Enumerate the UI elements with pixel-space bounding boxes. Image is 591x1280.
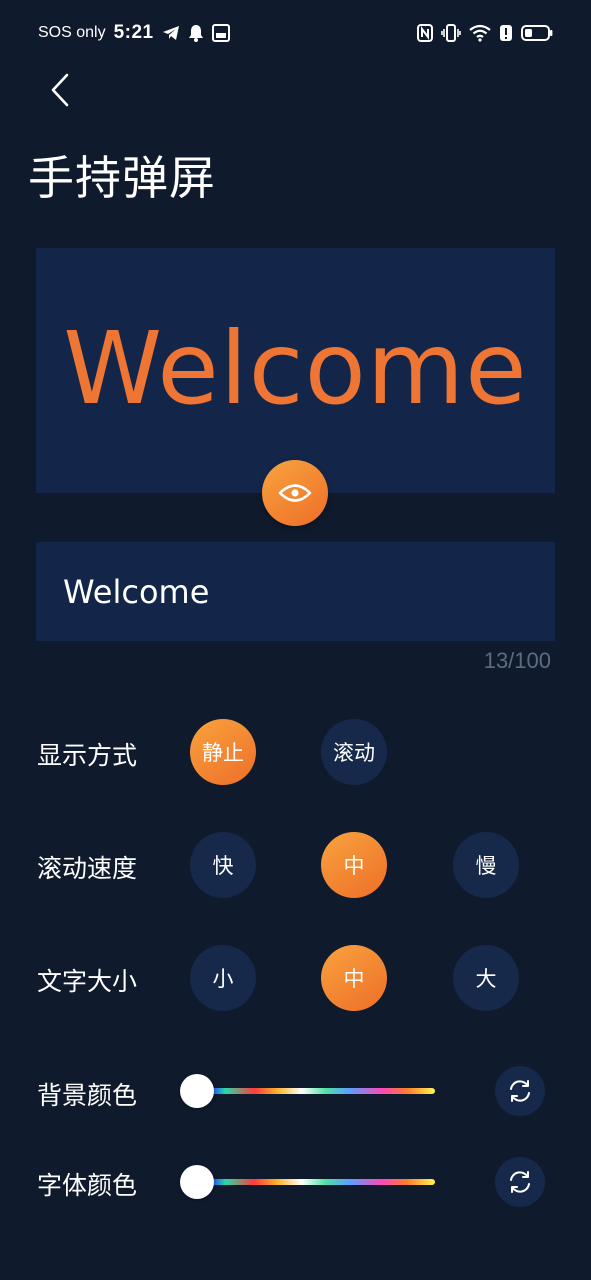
status-bar: SOS only 5:21: [0, 0, 591, 66]
preview-button[interactable]: [262, 460, 328, 526]
display-mode-scroll-button[interactable]: 滚动: [321, 719, 387, 785]
text-size-small-button[interactable]: 小: [190, 945, 256, 1011]
scroll-speed-fast-button[interactable]: 快: [190, 832, 256, 898]
bg-color-slider-thumb[interactable]: [180, 1074, 214, 1108]
option-label: 小: [212, 967, 234, 991]
display-mode-label: 显示方式: [37, 741, 138, 770]
font-color-label: 字体颜色: [37, 1171, 138, 1200]
gallery-icon: [211, 24, 230, 42]
bell-icon: [188, 24, 204, 42]
char-counter: 13/100: [483, 648, 551, 673]
vibrate-icon: [441, 24, 461, 42]
scroll-speed-medium-button[interactable]: 中: [321, 832, 387, 898]
display-mode-static-button[interactable]: 静止: [190, 719, 256, 785]
font-color-reset-button[interactable]: [495, 1157, 545, 1207]
status-right: [417, 24, 553, 42]
eye-icon: [278, 484, 312, 502]
option-label: 滚动: [333, 741, 375, 765]
option-label: 大: [475, 967, 497, 991]
text-size-large-button[interactable]: 大: [453, 945, 519, 1011]
option-label: 静止: [202, 741, 244, 765]
text-size-label: 文字大小: [37, 967, 138, 996]
clock: 5:21: [113, 22, 154, 43]
option-label: 慢: [475, 854, 497, 878]
carrier-text: SOS only: [38, 24, 106, 41]
bg-color-reset-button[interactable]: [495, 1066, 545, 1116]
wifi-icon: [469, 24, 491, 42]
option-label: 快: [212, 854, 234, 878]
scroll-speed-label: 滚动速度: [37, 854, 138, 883]
nfc-icon: [417, 24, 433, 42]
battery-icon: [521, 24, 553, 42]
refresh-icon: [510, 1080, 530, 1102]
bg-color-slider-track[interactable]: [197, 1088, 435, 1094]
scroll-speed-slow-button[interactable]: 慢: [453, 832, 519, 898]
back-button[interactable]: [38, 68, 82, 112]
telegram-icon: [162, 25, 180, 41]
option-label: 中: [343, 854, 365, 878]
bg-color-label: 背景颜色: [37, 1081, 138, 1110]
font-color-slider-track[interactable]: [197, 1179, 435, 1185]
status-left: SOS only 5:21: [38, 22, 230, 44]
preview-text: Welcome: [63, 309, 528, 427]
alert-icon: [499, 24, 513, 42]
font-color-slider-thumb[interactable]: [180, 1165, 214, 1199]
text-size-medium-button[interactable]: 中: [321, 945, 387, 1011]
option-label: 中: [343, 967, 365, 991]
preview-panel: Welcome: [36, 248, 555, 493]
refresh-icon: [510, 1171, 530, 1193]
chevron-left-icon: [51, 73, 69, 107]
page-title: 手持弹屏: [28, 151, 216, 205]
danmaku-text-input[interactable]: [36, 542, 555, 641]
